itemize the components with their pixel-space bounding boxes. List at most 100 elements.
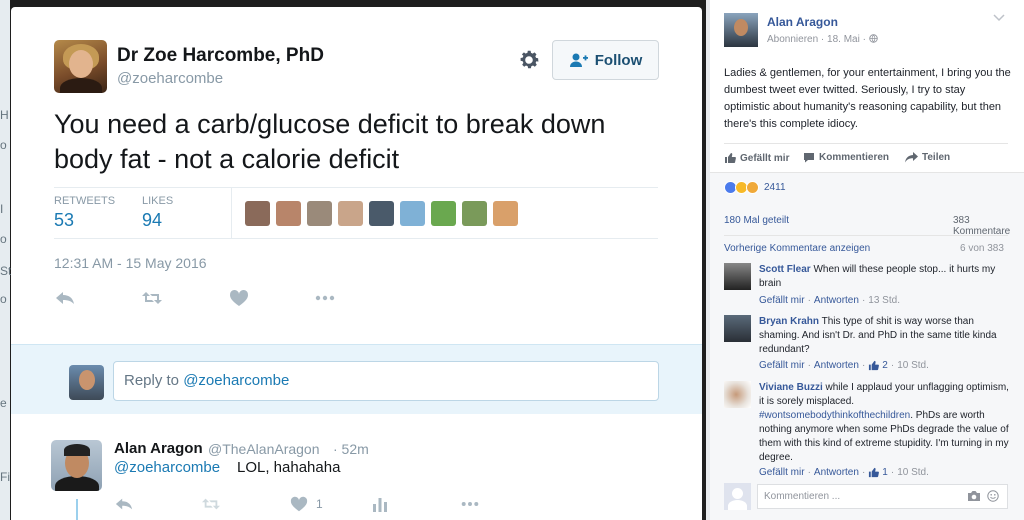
divider (231, 187, 232, 238)
fb-previous-comments-link[interactable]: Vorherige Kommentare anzeigen (724, 243, 870, 254)
comment-meta: Gefällt mir · Antworten · 2 · 10 Std. (759, 360, 929, 371)
comment-hashtag[interactable]: #wontsomebodythinkofthechildren (759, 410, 910, 421)
liker-avatar[interactable] (431, 201, 456, 226)
reply-author-handle[interactable]: @TheAlanAragon (208, 441, 320, 457)
fb-like-label: Gefällt mir (740, 152, 790, 164)
liker-avatar[interactable] (400, 201, 425, 226)
reply-icon[interactable] (54, 288, 76, 308)
camera-icon[interactable] (967, 490, 981, 502)
author-handle[interactable]: @zoeharcombe (117, 70, 223, 87)
clipped-text: I (0, 202, 4, 216)
comment-body: Bryan Krahn This type of shit is way wor… (759, 315, 1009, 357)
liker-avatar[interactable] (493, 201, 518, 226)
author-name[interactable]: Dr Zoe Harcombe, PhD (117, 45, 324, 67)
fb-previous-comments-count: 6 von 383 (960, 243, 1004, 254)
clipped-text: o (0, 138, 7, 152)
likes-count[interactable]: 94 (142, 210, 162, 231)
comment-reply-link[interactable]: Antworten (814, 467, 859, 478)
commenter-name[interactable]: Bryan Krahn (759, 316, 819, 327)
fb-meta-text[interactable]: Abonnieren · 18. Mai · (767, 34, 869, 45)
heart-icon[interactable] (289, 495, 309, 513)
fb-like-button[interactable]: Gefällt mir (724, 152, 789, 164)
likes-label: LIKES (142, 195, 174, 207)
reply-author-name[interactable]: Alan Aragon (114, 440, 203, 457)
commenter-avatar[interactable] (724, 315, 751, 342)
reply-time[interactable]: · 52m (333, 441, 369, 457)
background-page-edge: H o I o St o e Fi (0, 0, 12, 520)
comment-time[interactable]: 10 Std. (897, 360, 929, 371)
clipped-text: o (0, 292, 7, 306)
liker-avatar[interactable] (462, 201, 487, 226)
add-user-icon (569, 53, 588, 67)
chevron-down-icon[interactable] (993, 14, 1005, 22)
comment-body: Viviane Buzzi while I applaud your unfla… (759, 381, 1009, 465)
comment-time[interactable]: 10 Std. (897, 467, 929, 478)
fb-shares-link[interactable]: 180 Mal geteilt (724, 215, 789, 226)
fb-share-button[interactable]: Teilen (905, 152, 950, 163)
reply-mention-link[interactable]: @zoeharcombe (114, 459, 220, 476)
tweet-card: Dr Zoe Harcombe, PhD @zoeharcombe Follow… (11, 7, 702, 520)
reply-icon[interactable] (114, 495, 134, 513)
comment-reply-link[interactable]: Antworten (814, 295, 859, 306)
clipped-text: o (0, 232, 7, 246)
clipped-text: St (0, 264, 12, 278)
retweet-icon[interactable] (141, 288, 163, 308)
share-icon (905, 152, 918, 163)
comment-reply-link[interactable]: Antworten (814, 360, 859, 371)
retweet-icon[interactable] (201, 495, 221, 513)
author-avatar[interactable] (54, 40, 107, 93)
divider (54, 238, 658, 239)
commenter-name[interactable]: Viviane Buzzi (759, 382, 823, 393)
follow-button[interactable]: Follow (552, 40, 659, 80)
fb-author-name[interactable]: Alan Aragon (767, 15, 838, 29)
divider (54, 187, 658, 188)
clipped-text: H (0, 108, 9, 122)
comment-time[interactable]: 13 Std. (868, 295, 900, 306)
heart-icon[interactable] (228, 288, 250, 308)
divider (724, 235, 1008, 236)
fb-post-text: Ladies & gentlemen, for your entertainme… (724, 67, 1011, 130)
reply-input[interactable]: Reply to @zoeharcombe (113, 361, 659, 401)
reply-author-avatar[interactable] (51, 440, 102, 491)
liker-avatar[interactable] (369, 201, 394, 226)
more-icon[interactable] (459, 495, 481, 513)
commenter-avatar[interactable] (724, 263, 751, 290)
commenter-avatar[interactable] (724, 381, 751, 408)
more-icon[interactable] (314, 288, 336, 308)
reaction-count: 2411 (764, 182, 786, 193)
liker-avatar[interactable] (276, 201, 301, 226)
tweet-timestamp[interactable]: 12:31 AM - 15 May 2016 (54, 255, 207, 271)
liker-avatar[interactable] (245, 201, 270, 226)
comment-like-count[interactable]: 2 (882, 360, 888, 371)
current-user-avatar (724, 483, 751, 510)
emoji-icon[interactable] (987, 490, 999, 502)
fb-comment-button[interactable]: Kommentieren (803, 152, 889, 163)
comment-like-link[interactable]: Gefällt mir (759, 295, 805, 306)
gear-icon[interactable] (517, 48, 541, 72)
fb-comment-count[interactable]: 383 Kommentare (953, 215, 1024, 237)
commenter-name[interactable]: Scott Flear (759, 264, 811, 275)
comment-like-link[interactable]: Gefällt mir (759, 360, 805, 371)
globe-icon (868, 34, 878, 43)
fb-write-comment: Kommentieren ... (724, 483, 1008, 511)
comment-like-link[interactable]: Gefällt mir (759, 467, 805, 478)
thumbs-up-icon (869, 467, 880, 478)
fb-author-avatar[interactable] (724, 13, 758, 47)
retweets-count[interactable]: 53 (54, 210, 74, 231)
thumbs-up-icon (725, 153, 736, 163)
retweets-label: RETWEETS (54, 195, 116, 207)
divider (724, 143, 1008, 144)
fb-comments-area: 2411 180 Mal geteilt 383 Kommentare Vorh… (710, 172, 1024, 520)
reply-text: LOL, hahahaha (237, 459, 341, 476)
screenshot: H o I o St o e Fi Dr Zoe Harcombe, PhD @… (0, 0, 1024, 520)
comment-like-count[interactable]: 1 (882, 467, 888, 478)
fb-reactions[interactable]: 2411 (724, 181, 786, 194)
reply-prefix: Reply to (124, 372, 184, 389)
reply-like-count: 1 (316, 497, 323, 511)
analytics-icon[interactable] (371, 495, 389, 513)
liker-avatar[interactable] (307, 201, 332, 226)
liker-avatar[interactable] (338, 201, 363, 226)
comment-icon (804, 153, 814, 163)
comment-meta: Gefällt mir · Antworten · 1 · 10 Std. (759, 467, 929, 478)
comment-meta: Gefällt mir · Antworten · 13 Std. (759, 295, 900, 306)
